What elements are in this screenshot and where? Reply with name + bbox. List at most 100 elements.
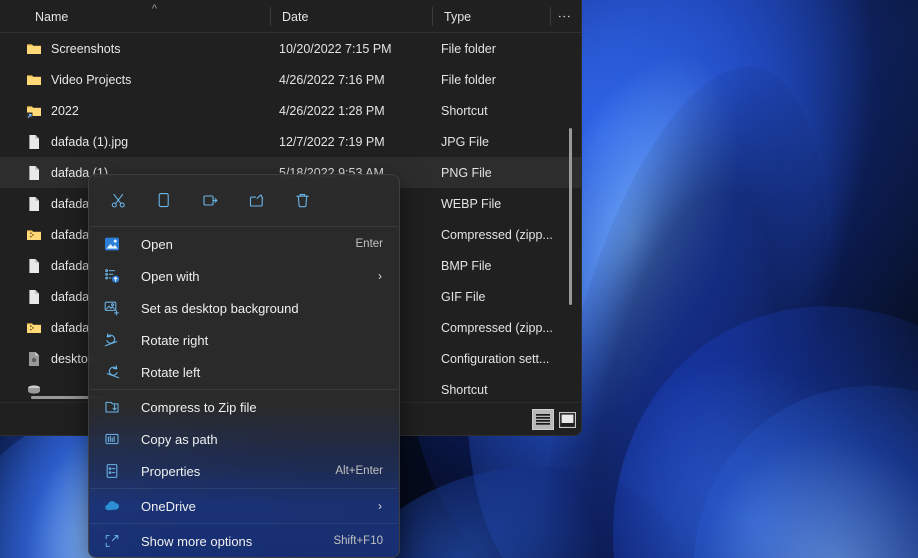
rotate-right-icon xyxy=(104,332,120,348)
zip-icon xyxy=(27,322,41,333)
column-header-row: Name ^ Date Type ⋮ xyxy=(0,0,581,33)
photos-app-icon xyxy=(104,236,120,252)
large-icons-view-button[interactable] xyxy=(556,409,578,430)
file-type-cell: BMP File xyxy=(441,258,492,273)
menu-item-rotate-right[interactable]: Rotate right xyxy=(89,324,399,356)
menu-item-label: Set as desktop background xyxy=(141,300,299,316)
cut-icon xyxy=(111,193,125,208)
column-divider[interactable] xyxy=(550,7,551,26)
menu-item-open[interactable]: Open Enter xyxy=(89,228,399,260)
file-icon xyxy=(29,165,39,180)
folder-icon xyxy=(27,74,41,85)
copy-path-icon xyxy=(104,431,120,447)
file-type-cell: WEBP File xyxy=(441,196,502,211)
file-type-cell: File folder xyxy=(441,41,496,56)
cut-button[interactable] xyxy=(99,184,138,217)
file-type-cell: File folder xyxy=(441,72,496,87)
delete-button[interactable] xyxy=(283,184,322,217)
desktop-background-icon xyxy=(104,300,120,316)
menu-item-label: Properties xyxy=(141,463,201,479)
menu-item-label: Rotate right xyxy=(141,332,209,348)
context-menu: Open Enter Open with › Set as desktop backgr… xyxy=(88,174,400,558)
details-view-icon xyxy=(536,413,550,425)
menu-item-label: Copy as path xyxy=(141,431,218,447)
menu-item-show-more-options[interactable]: Show more options Shift+F10 xyxy=(89,525,399,557)
large-icons-view-icon xyxy=(558,411,576,428)
menu-item-compress-to-zip-file[interactable]: Compress to Zip file xyxy=(89,391,399,423)
column-header-name[interactable]: Name xyxy=(26,0,68,33)
menu-item-copy-as-path[interactable]: Copy as path xyxy=(89,423,399,455)
table-row[interactable]: Video Projects 4/26/2022 7:16 PM File fold… xyxy=(0,64,581,95)
column-header-date[interactable]: Date xyxy=(273,0,308,33)
menu-item-label: Show more options xyxy=(141,533,253,549)
file-date-cell: 12/7/2022 7:19 PM xyxy=(279,134,385,149)
file-name-cell[interactable]: 2022 xyxy=(26,103,79,119)
menu-item-shortcut: Alt+Enter xyxy=(335,465,383,477)
photos-app-icon xyxy=(105,237,119,251)
context-menu-items: Open Enter Open with › Set as desktop backgr… xyxy=(89,228,399,557)
rename-icon xyxy=(203,194,218,206)
delete-icon xyxy=(296,193,309,207)
file-name-cell[interactable]: Video Projects xyxy=(26,72,131,88)
menu-item-open-with[interactable]: Open with › xyxy=(89,260,399,292)
file-name-cell[interactable]: dafada. xyxy=(26,258,93,274)
file-icon xyxy=(29,196,39,211)
column-header-type[interactable]: Type xyxy=(435,0,471,33)
file-type-cell: Configuration sett... xyxy=(441,351,550,366)
menu-item-label: OneDrive xyxy=(141,498,196,514)
file-name-label: dafada xyxy=(51,227,90,242)
config-icon xyxy=(29,351,39,366)
file-type-cell: Compressed (zipp... xyxy=(441,320,553,335)
file-date-cell: 4/26/2022 7:16 PM xyxy=(279,72,385,87)
menu-separator xyxy=(90,389,398,390)
file-date-cell: 4/26/2022 1:28 PM xyxy=(279,103,385,118)
menu-item-label: Open xyxy=(141,236,173,252)
onedrive-icon xyxy=(104,498,120,514)
shortcut-folder-icon xyxy=(26,105,41,118)
copy-path-icon xyxy=(105,433,119,445)
open-with-icon xyxy=(104,268,120,284)
share-icon xyxy=(249,193,264,207)
file-date-cell: 10/20/2022 7:15 PM xyxy=(279,41,392,56)
column-divider[interactable] xyxy=(270,7,271,26)
sort-ascending-icon: ^ xyxy=(151,3,158,15)
file-name-label: dafada. xyxy=(51,320,93,335)
copy-button[interactable] xyxy=(145,184,184,217)
file-name-label: dafada. xyxy=(51,289,93,304)
quick-actions-toolbar xyxy=(89,175,399,225)
file-name-cell[interactable]: Screenshots xyxy=(26,41,120,57)
table-row[interactable]: Screenshots 10/20/2022 7:15 PM File folder xyxy=(0,33,581,64)
file-name-cell[interactable]: dafada (1).jpg xyxy=(26,134,128,150)
menu-item-rotate-left[interactable]: Rotate left xyxy=(89,356,399,388)
details-view-button[interactable] xyxy=(532,409,554,430)
file-name-cell[interactable]: dafada. xyxy=(26,289,93,305)
file-icon xyxy=(29,289,39,304)
menu-item-set-as-desktop-background[interactable]: Set as desktop background xyxy=(89,292,399,324)
file-type-cell: Shortcut xyxy=(441,103,488,118)
zip-icon xyxy=(27,229,41,240)
file-name-label: Video Projects xyxy=(51,72,132,87)
file-type-cell: Compressed (zipp... xyxy=(441,227,553,242)
share-button[interactable] xyxy=(237,184,276,217)
table-row[interactable]: dafada (1).jpg 12/7/2022 7:19 PM JPG File xyxy=(0,126,581,157)
table-row[interactable]: 2022 4/26/2022 1:28 PM Shortcut xyxy=(0,95,581,126)
file-type-cell: JPG File xyxy=(441,134,489,149)
file-name-cell[interactable]: dafada xyxy=(26,196,89,212)
column-divider[interactable] xyxy=(432,7,433,26)
column-options-icon[interactable]: ⋮ xyxy=(557,10,572,23)
menu-item-shortcut: Enter xyxy=(355,238,384,250)
chevron-right-icon: › xyxy=(378,269,382,283)
file-icon xyxy=(29,258,39,273)
menu-item-onedrive[interactable]: OneDrive › xyxy=(89,490,399,522)
rename-button[interactable] xyxy=(191,184,230,217)
rotate-left-icon xyxy=(104,364,120,380)
vertical-scrollbar-thumb[interactable] xyxy=(569,128,572,305)
show-more-icon xyxy=(105,535,119,547)
file-name-cell[interactable]: desktop xyxy=(26,351,95,367)
menu-item-properties[interactable]: Properties Alt+Enter xyxy=(89,455,399,487)
desktop-background-icon xyxy=(104,301,120,316)
file-name-cell[interactable]: dafada. xyxy=(26,320,93,336)
onedrive-icon xyxy=(105,501,120,511)
menu-item-label: Open with xyxy=(141,268,200,284)
file-name-cell[interactable]: dafada xyxy=(26,227,89,243)
